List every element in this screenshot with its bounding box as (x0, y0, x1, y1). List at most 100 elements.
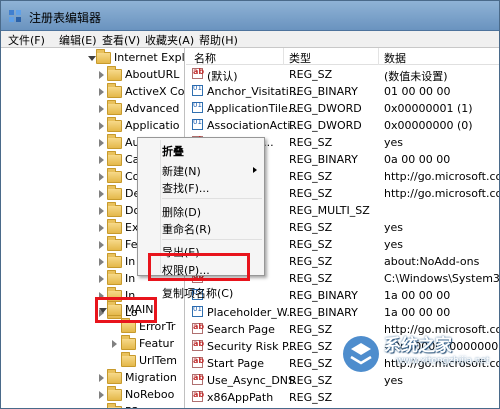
tree-item-label: In (125, 255, 136, 268)
value-data: 1a 00 00 00 (384, 289, 451, 302)
string-value-icon (192, 390, 204, 402)
value-data: 1a 00 00 00 (384, 306, 451, 319)
folder-open-icon (96, 49, 111, 64)
expand-arrow-icon[interactable] (88, 56, 96, 61)
value-type: REG_DWORD (289, 119, 362, 132)
menu-item-copy-key-name[interactable]: 复制项名称(C) (162, 285, 262, 303)
tree-item-label: AboutURL (125, 68, 180, 81)
watermark-url: www.xitongzhijia.net (396, 356, 490, 366)
value-type: REG_BINARY (289, 306, 358, 319)
folder-icon (107, 100, 122, 115)
expand-arrow-icon[interactable] (99, 88, 104, 96)
value-name: AssociationActi... (207, 119, 301, 132)
folder-icon (107, 151, 122, 166)
folder-icon (107, 83, 122, 98)
menu-item-new[interactable]: 新建(N) (162, 163, 262, 181)
value-name: (默认) (207, 70, 238, 83)
menu-item-rename[interactable]: 重命名(R) (162, 221, 262, 239)
folder-icon (107, 66, 122, 81)
value-data: http://go.microsoft.com/ (384, 170, 499, 183)
menu-help[interactable]: 帮助(H) (196, 32, 241, 48)
value-data: yes (384, 238, 404, 251)
expand-arrow-icon[interactable] (99, 139, 104, 147)
menu-favorites[interactable]: 收藏夹(A) (142, 32, 197, 48)
expand-arrow-icon[interactable] (99, 258, 104, 266)
expand-arrow-icon[interactable] (99, 207, 104, 215)
folder-icon (107, 185, 122, 200)
string-value-icon (192, 339, 204, 351)
expand-arrow-icon[interactable] (99, 190, 104, 198)
expand-arrow-icon[interactable] (99, 156, 104, 164)
value-data: 0x00000000 (0) (384, 119, 473, 132)
tree-item[interactable]: P3 (1, 402, 184, 408)
expand-arrow-icon[interactable] (99, 71, 104, 79)
column-divider[interactable] (378, 48, 379, 65)
expand-arrow-icon[interactable] (99, 391, 104, 399)
folder-icon (107, 168, 122, 183)
tree-item-label: ActiveX Co (125, 85, 185, 98)
folder-icon (107, 202, 122, 217)
expand-arrow-icon[interactable] (99, 241, 104, 249)
value-name: x86AppPath (207, 391, 274, 404)
menu-edit[interactable]: 编辑(E) (56, 32, 100, 48)
tree-item-label: Migration (125, 371, 177, 384)
string-value-icon (192, 67, 204, 79)
value-data: about:NoAdd-ons (384, 255, 480, 268)
tree-item-label: Advanced (125, 102, 180, 115)
expand-arrow-icon[interactable] (112, 340, 117, 348)
expand-arrow-icon[interactable] (99, 122, 104, 130)
column-header-type[interactable]: 类型 (289, 50, 311, 66)
tree-item-label: Internet Explo (114, 51, 185, 64)
list-row[interactable]: (默认) REG_SZ (数值未设置) (186, 66, 499, 83)
column-header-name[interactable]: 名称 (194, 50, 216, 66)
expand-arrow-icon[interactable] (99, 224, 104, 232)
tree-item-label: Featur (139, 337, 175, 350)
value-type: REG_MULTI_SZ (289, 204, 370, 217)
menu-item-delete[interactable]: 删除(D) (162, 204, 262, 222)
value-type: REG_SZ (289, 340, 333, 353)
list-row[interactable]: AssociationActi...REG_DWORD 0x00000000 (0… (186, 117, 499, 134)
folder-icon (107, 369, 122, 384)
value-type: REG_BINARY (289, 153, 358, 166)
expand-arrow-icon[interactable] (99, 374, 104, 382)
folder-icon (107, 270, 122, 285)
tree-item-label: P3 (125, 405, 139, 408)
value-type: REG_SZ (289, 136, 333, 149)
title-bar[interactable]: 注册表编辑器 (1, 1, 499, 31)
value-data: yes (384, 221, 404, 234)
folder-icon (107, 386, 122, 401)
menu-bar: 文件(F) 编辑(E) 查看(V) 收藏夹(A) 帮助(H) (1, 31, 499, 48)
value-type: REG_SZ (289, 170, 333, 183)
list-row[interactable]: ApplicationTile...REG_DWORD 0x00000001 (1… (186, 100, 499, 117)
value-type: REG_SZ (289, 374, 333, 387)
submenu-arrow-icon (253, 167, 257, 173)
list-row[interactable]: Anchor_Visitati...REG_BINARY 01 00 00 00 (186, 83, 499, 100)
tree-item-label: Applicatio (125, 119, 180, 132)
column-divider[interactable] (283, 48, 284, 65)
window-title: 注册表编辑器 (29, 11, 102, 25)
tree-item-label: NoReboo (125, 388, 175, 401)
value-name: Security Risk P... (207, 340, 298, 353)
folder-icon (121, 352, 136, 367)
menu-item-collapse[interactable]: 折叠 (162, 143, 262, 161)
value-data: 01 00 00 00 (384, 85, 451, 98)
menu-item-find[interactable]: 查找(F)... (162, 180, 262, 198)
list-row[interactable]: x86AppPath REG_SZ (186, 389, 499, 406)
expand-arrow-icon[interactable] (99, 105, 104, 113)
value-name: Start Page (207, 357, 264, 370)
expand-arrow-icon[interactable] (99, 173, 104, 181)
expand-arrow-icon[interactable] (99, 275, 104, 283)
column-header-data[interactable]: 数据 (384, 50, 406, 66)
folder-icon (121, 335, 136, 350)
value-data: 0x00000001 (1) (384, 102, 473, 115)
folder-icon (107, 253, 122, 268)
menu-separator (162, 198, 262, 199)
tree-item-label: UrlTem (139, 354, 177, 367)
value-type: REG_SZ (289, 68, 333, 81)
value-type: REG_SZ (289, 391, 333, 404)
menu-view[interactable]: 查看(V) (99, 32, 143, 48)
value-type: REG_SZ (289, 221, 333, 234)
binary-value-icon (192, 84, 203, 96)
value-name: Anchor_Visitati... (207, 85, 300, 98)
menu-file[interactable]: 文件(F) (5, 32, 48, 48)
